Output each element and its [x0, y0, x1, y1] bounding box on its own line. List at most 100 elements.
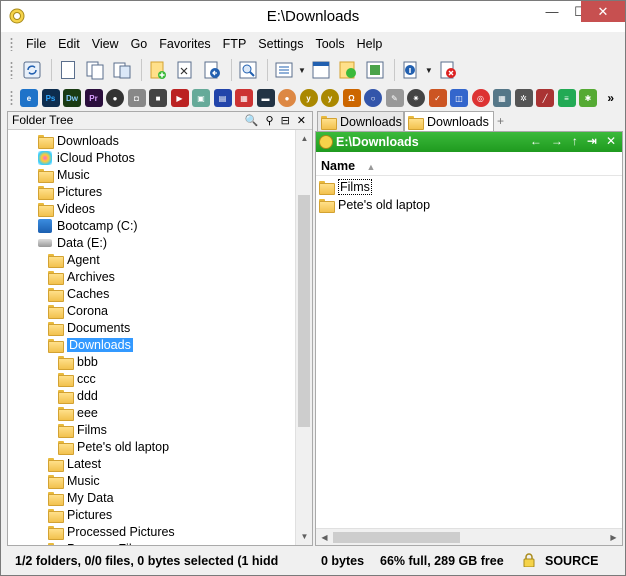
view-mode-button[interactable] — [272, 58, 296, 82]
scrollbar-thumb[interactable] — [298, 195, 310, 427]
menu-settings[interactable]: Settings — [252, 37, 309, 51]
forward-arrow-icon[interactable]: → — [551, 134, 563, 148]
internet-explorer-icon[interactable]: e — [20, 89, 38, 107]
tree-item[interactable]: Downloads — [48, 336, 133, 353]
media-player-icon[interactable]: ▶ — [170, 89, 189, 107]
current-path[interactable]: E:\Downloads — [336, 135, 419, 149]
new-tab-icon[interactable]: + — [497, 114, 511, 128]
photoshop-icon[interactable]: Ps — [41, 89, 60, 107]
search-button[interactable] — [236, 58, 260, 82]
tree-item[interactable]: bbb — [58, 353, 98, 370]
tree-item[interactable]: Documents — [48, 319, 130, 336]
delete-button[interactable] — [436, 58, 460, 82]
chart-icon[interactable]: ╱ — [536, 89, 554, 107]
blocks-icon[interactable]: ▦ — [235, 89, 253, 107]
terminal-icon[interactable]: ▬ — [256, 89, 275, 107]
checkmark-icon[interactable]: ✓ — [428, 89, 447, 107]
globe-icon[interactable]: ○ — [364, 89, 382, 107]
tree-pin-icon[interactable]: ⚲ — [266, 113, 274, 130]
tool-y2-icon[interactable]: y — [321, 89, 339, 107]
settings-chip-icon[interactable]: ✲ — [514, 89, 533, 107]
tree-search-icon[interactable]: 🔍 — [245, 113, 259, 130]
scrollbar-thumb[interactable] — [333, 532, 460, 543]
tree-item[interactable]: Latest — [48, 455, 101, 472]
firefox-icon[interactable]: ● — [278, 89, 296, 107]
minimize-button[interactable]: — — [538, 1, 566, 22]
rename-button[interactable] — [173, 58, 197, 82]
tree-item[interactable]: Caches — [48, 285, 109, 302]
properties-button[interactable] — [399, 58, 423, 82]
up-arrow-icon[interactable]: ↑ — [572, 134, 578, 148]
new-folder-button[interactable] — [146, 58, 170, 82]
editor-icon[interactable]: ▤ — [213, 89, 232, 107]
scroll-up-icon[interactable]: ▲ — [296, 130, 313, 147]
tree-item[interactable]: ddd — [58, 387, 98, 404]
camera-icon[interactable]: ◘ — [127, 89, 146, 107]
copy-button[interactable] — [83, 58, 107, 82]
tree-collapse-icon[interactable]: ⊟ — [281, 113, 290, 130]
drive-icon[interactable]: ◫ — [450, 89, 468, 107]
disc-icon[interactable]: ● — [106, 89, 124, 107]
menu-go[interactable]: Go — [125, 37, 154, 51]
copy-to-button[interactable] — [56, 58, 80, 82]
tree-item[interactable]: Agent — [48, 251, 100, 268]
premiere-icon[interactable]: Pr — [84, 89, 103, 107]
tree-item[interactable]: iCloud Photos — [38, 149, 135, 166]
file-list-horizontal-scrollbar[interactable]: ◀ ▶ — [316, 528, 622, 545]
tree-item[interactable]: Downloads — [38, 132, 119, 149]
tree-item[interactable]: Pictures — [38, 183, 102, 200]
equalizer-icon[interactable]: ≡ — [557, 89, 576, 107]
tree-item[interactable]: eee — [58, 404, 98, 421]
preview-button[interactable] — [363, 58, 387, 82]
tree-item[interactable]: Music — [48, 472, 100, 489]
view-dropdown-arrow-icon[interactable]: ▼ — [298, 66, 306, 75]
tool-y-icon[interactable]: y — [299, 89, 318, 107]
tree-item[interactable]: My Data — [48, 489, 114, 506]
tree-close-icon[interactable]: ✕ — [297, 113, 306, 130]
back-arrow-icon[interactable]: ← — [530, 134, 542, 148]
menu-help[interactable]: Help — [351, 37, 389, 51]
scroll-right-icon[interactable]: ▶ — [605, 529, 622, 546]
tree-item[interactable]: Videos — [38, 200, 95, 217]
sync-button[interactable] — [336, 58, 360, 82]
camcorder-icon[interactable]: ■ — [149, 89, 167, 107]
tools-icon[interactable]: ✎ — [385, 89, 404, 107]
swap-panes-icon[interactable]: ⇥ — [587, 134, 597, 148]
menu-edit[interactable]: Edit — [52, 37, 86, 51]
menu-favorites[interactable]: Favorites — [153, 37, 216, 51]
properties-dropdown-arrow-icon[interactable]: ▼ — [425, 66, 433, 75]
close-pane-icon[interactable]: ✕ — [606, 134, 616, 148]
paste-button[interactable] — [110, 58, 134, 82]
menu-file[interactable]: File — [20, 37, 52, 51]
menu-tools[interactable]: Tools — [309, 37, 350, 51]
tree-item[interactable]: Archives — [48, 268, 115, 285]
tree-item[interactable]: ccc — [58, 370, 96, 387]
grid-icon[interactable]: ▦ — [493, 89, 511, 107]
tree-item[interactable]: Pictures — [48, 506, 112, 523]
menu-view[interactable]: View — [86, 37, 125, 51]
go-back-button[interactable] — [200, 58, 224, 82]
palm-tree-icon[interactable]: ✱ — [579, 89, 597, 107]
toolbar-overflow-icon[interactable]: » — [607, 91, 614, 105]
headphones-icon[interactable]: Ω — [342, 89, 361, 107]
tree-item[interactable]: Processed Pictures — [48, 523, 175, 540]
scroll-left-icon[interactable]: ◀ — [316, 529, 333, 546]
menu-ftp[interactable]: FTP — [217, 37, 253, 51]
dreamweaver-icon[interactable]: Dw — [63, 89, 81, 107]
tree-item[interactable]: Pete's old laptop — [58, 438, 169, 455]
tree-vertical-scrollbar[interactable]: ▲ ▼ — [295, 130, 312, 545]
image-viewer-icon[interactable]: ▣ — [192, 89, 210, 107]
file-row[interactable]: Films — [319, 178, 372, 195]
scroll-down-icon[interactable]: ▼ — [296, 528, 313, 545]
close-button[interactable]: ✕ — [581, 1, 625, 22]
file-row[interactable]: Pete's old laptop — [319, 196, 430, 213]
tree-item[interactable]: Corona — [48, 302, 108, 319]
search-red-icon[interactable]: ◎ — [471, 89, 490, 107]
gear-icon[interactable]: ✷ — [407, 89, 425, 107]
single-pane-button[interactable] — [309, 58, 333, 82]
tree-item[interactable]: Program Files — [48, 540, 145, 545]
tree-item[interactable]: Films — [58, 421, 107, 438]
tab-downloads-1[interactable]: Downloads — [317, 111, 404, 131]
name-column-header[interactable]: Name ▲ — [316, 156, 622, 176]
refresh-button[interactable] — [20, 58, 44, 82]
